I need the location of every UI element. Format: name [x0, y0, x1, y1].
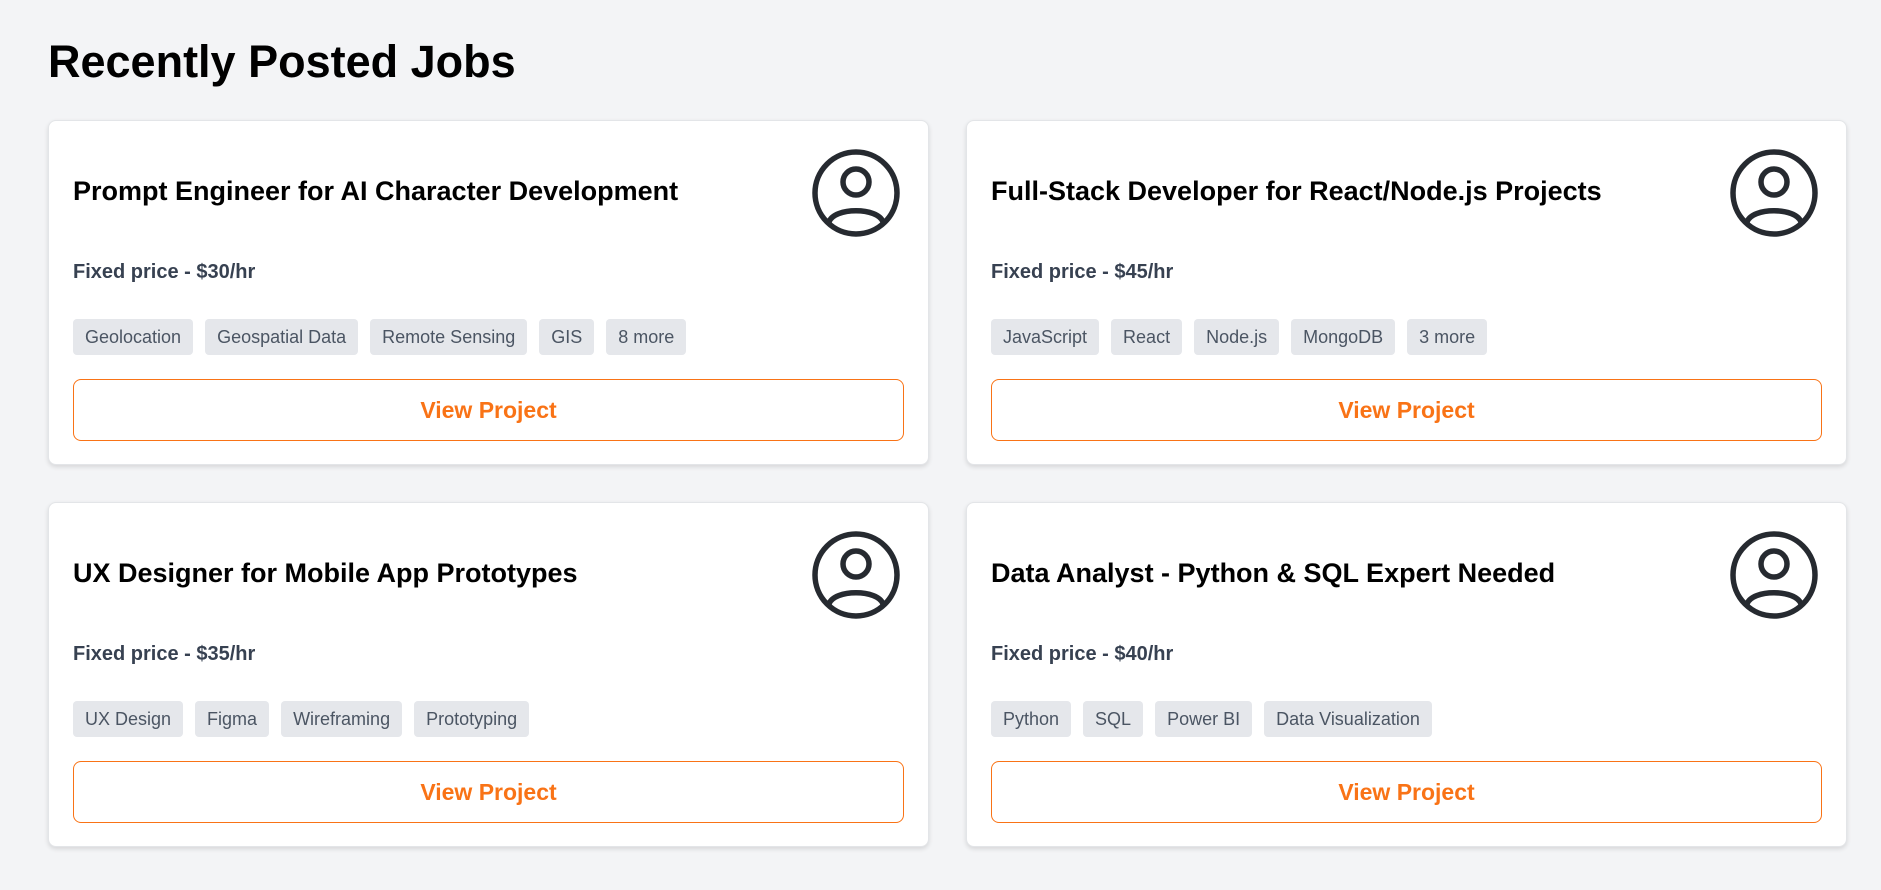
job-title[interactable]: UX Designer for Mobile App Prototypes: [73, 557, 788, 589]
skill-tag: Data Visualization: [1264, 701, 1432, 737]
skill-tag: Wireframing: [281, 701, 403, 737]
job-card: Prompt Engineer for AI Character Develop…: [48, 120, 929, 465]
skill-tags: JavaScript React Node.js MongoDB 3 more: [991, 319, 1488, 355]
page: Recently Posted Jobs Prompt Engineer for…: [0, 0, 1881, 890]
view-project-button[interactable]: View Project: [991, 761, 1822, 823]
skill-tag: Remote Sensing: [370, 319, 528, 355]
job-card: Full-Stack Developer for React/Node.js P…: [966, 120, 1847, 465]
skill-tag: SQL: [1083, 701, 1144, 737]
skill-tags: Geolocation Geospatial Data Remote Sensi…: [73, 319, 687, 355]
more-tags-badge[interactable]: 8 more: [606, 319, 687, 355]
view-project-button[interactable]: View Project: [73, 379, 904, 441]
skill-tag: UX Design: [73, 701, 184, 737]
skill-tag: Prototyping: [414, 701, 530, 737]
skill-tag: Node.js: [1194, 319, 1280, 355]
job-price: Fixed price - $45/hr: [991, 261, 1174, 283]
skill-tags: UX Design Figma Wireframing Prototyping: [73, 701, 530, 737]
view-project-button[interactable]: View Project: [991, 379, 1822, 441]
view-project-button[interactable]: View Project: [73, 761, 904, 823]
job-price: Fixed price - $30/hr: [73, 261, 256, 283]
job-title[interactable]: Prompt Engineer for AI Character Develop…: [73, 175, 788, 207]
job-price: Fixed price - $35/hr: [73, 643, 256, 665]
user-circle-icon: [812, 531, 900, 619]
job-title[interactable]: Data Analyst - Python & SQL Expert Neede…: [991, 557, 1706, 589]
job-price: Fixed price - $40/hr: [991, 643, 1174, 665]
skill-tag: MongoDB: [1291, 319, 1396, 355]
job-card: UX Designer for Mobile App Prototypes Fi…: [48, 502, 929, 847]
skill-tag: JavaScript: [991, 319, 1100, 355]
skill-tag: Power BI: [1155, 701, 1253, 737]
skill-tag: Geolocation: [73, 319, 194, 355]
user-circle-icon: [1730, 531, 1818, 619]
skill-tag: Figma: [195, 701, 270, 737]
user-circle-icon: [1730, 149, 1818, 237]
job-card: Data Analyst - Python & SQL Expert Neede…: [966, 502, 1847, 847]
skill-tag: GIS: [539, 319, 595, 355]
skill-tag: Geospatial Data: [205, 319, 359, 355]
skill-tag: React: [1111, 319, 1183, 355]
more-tags-badge[interactable]: 3 more: [1407, 319, 1488, 355]
job-grid: Prompt Engineer for AI Character Develop…: [48, 120, 1847, 847]
skill-tags: Python SQL Power BI Data Visualization: [991, 701, 1432, 737]
skill-tag: Python: [991, 701, 1072, 737]
job-title[interactable]: Full-Stack Developer for React/Node.js P…: [991, 175, 1706, 207]
user-circle-icon: [812, 149, 900, 237]
page-title: Recently Posted Jobs: [48, 36, 516, 87]
